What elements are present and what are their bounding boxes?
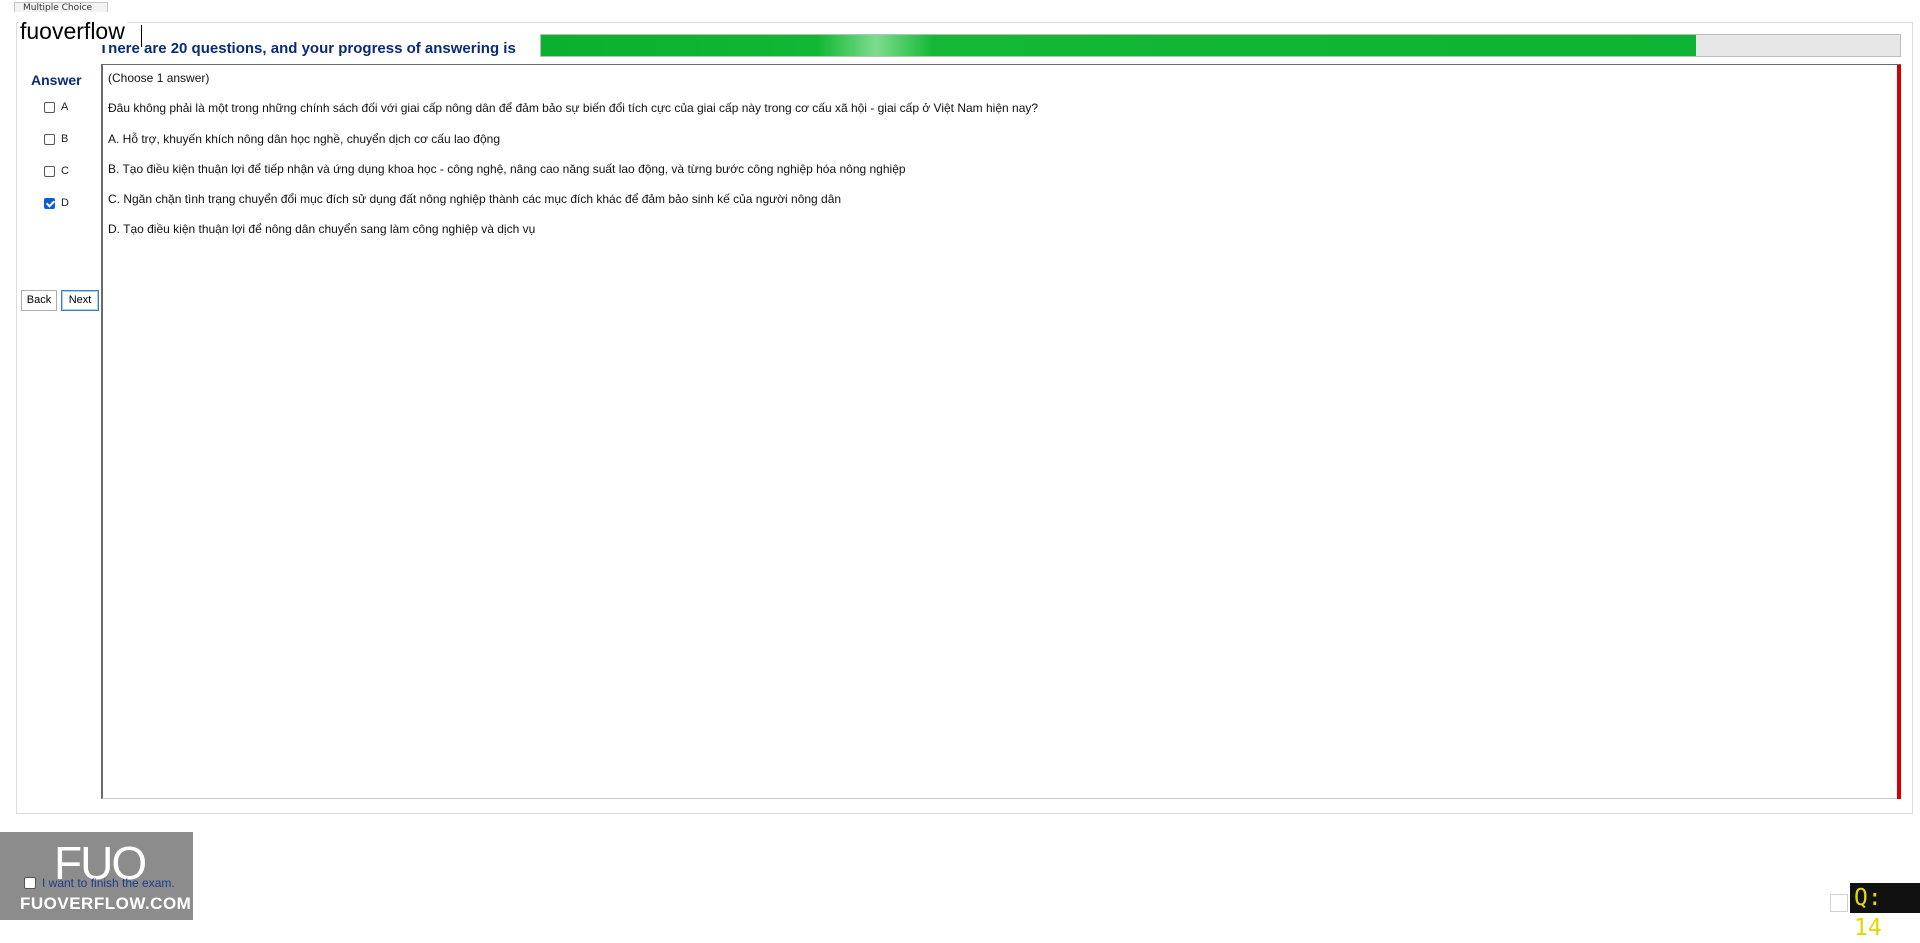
answer-option-d[interactable]: D [44,197,69,209]
option-label-a: A [61,101,69,113]
question-counter: Q: 14 [1850,883,1920,941]
checkbox-c[interactable] [44,165,55,177]
choice-a: A. Hỗ trợ, khuyến khích nông dân học ngh… [108,132,500,146]
logo-text: FUOVERFLOW.COM [20,894,192,913]
back-button[interactable]: Back [21,290,57,311]
text-caret [141,25,142,47]
answer-option-a[interactable]: A [44,101,68,113]
progress-header: There are 20 questions, and your progres… [99,40,516,57]
question-instruction: (Choose 1 answer) [108,71,210,85]
choice-b: B. Tạo điều kiện thuận lợi để tiếp nhận … [108,162,906,176]
small-box [1830,894,1848,912]
brand-watermark: fuoverflow [18,18,127,45]
answer-title: Answer [31,72,82,88]
finish-exam-checkbox[interactable] [24,877,36,889]
checkbox-d[interactable] [44,197,55,209]
progress-fill [541,35,1697,56]
answer-option-b[interactable]: B [44,133,68,145]
option-label-d: D [61,197,69,209]
panel-scroll-indicator [1897,65,1901,799]
progress-bar [540,34,1901,57]
option-label-c: C [61,165,69,177]
window-tab[interactable]: Multiple Choice [14,2,108,12]
answer-option-c[interactable]: C [44,165,69,177]
checkbox-b[interactable] [44,133,55,145]
finish-exam-toggle[interactable]: I want to finish the exam. [24,876,175,890]
question-text: Đâu không phải là một trong những chính … [108,101,1039,115]
finish-exam-label: I want to finish the exam. [42,876,175,890]
checkbox-a[interactable] [44,101,55,113]
choice-d: D. Tạo điều kiện thuận lợi để nông dân c… [108,222,536,236]
next-button[interactable]: Next [61,290,99,311]
choice-c: C. Ngăn chặn tình trạng chuyển đổi mục đ… [108,192,842,206]
option-label-b: B [61,133,69,145]
